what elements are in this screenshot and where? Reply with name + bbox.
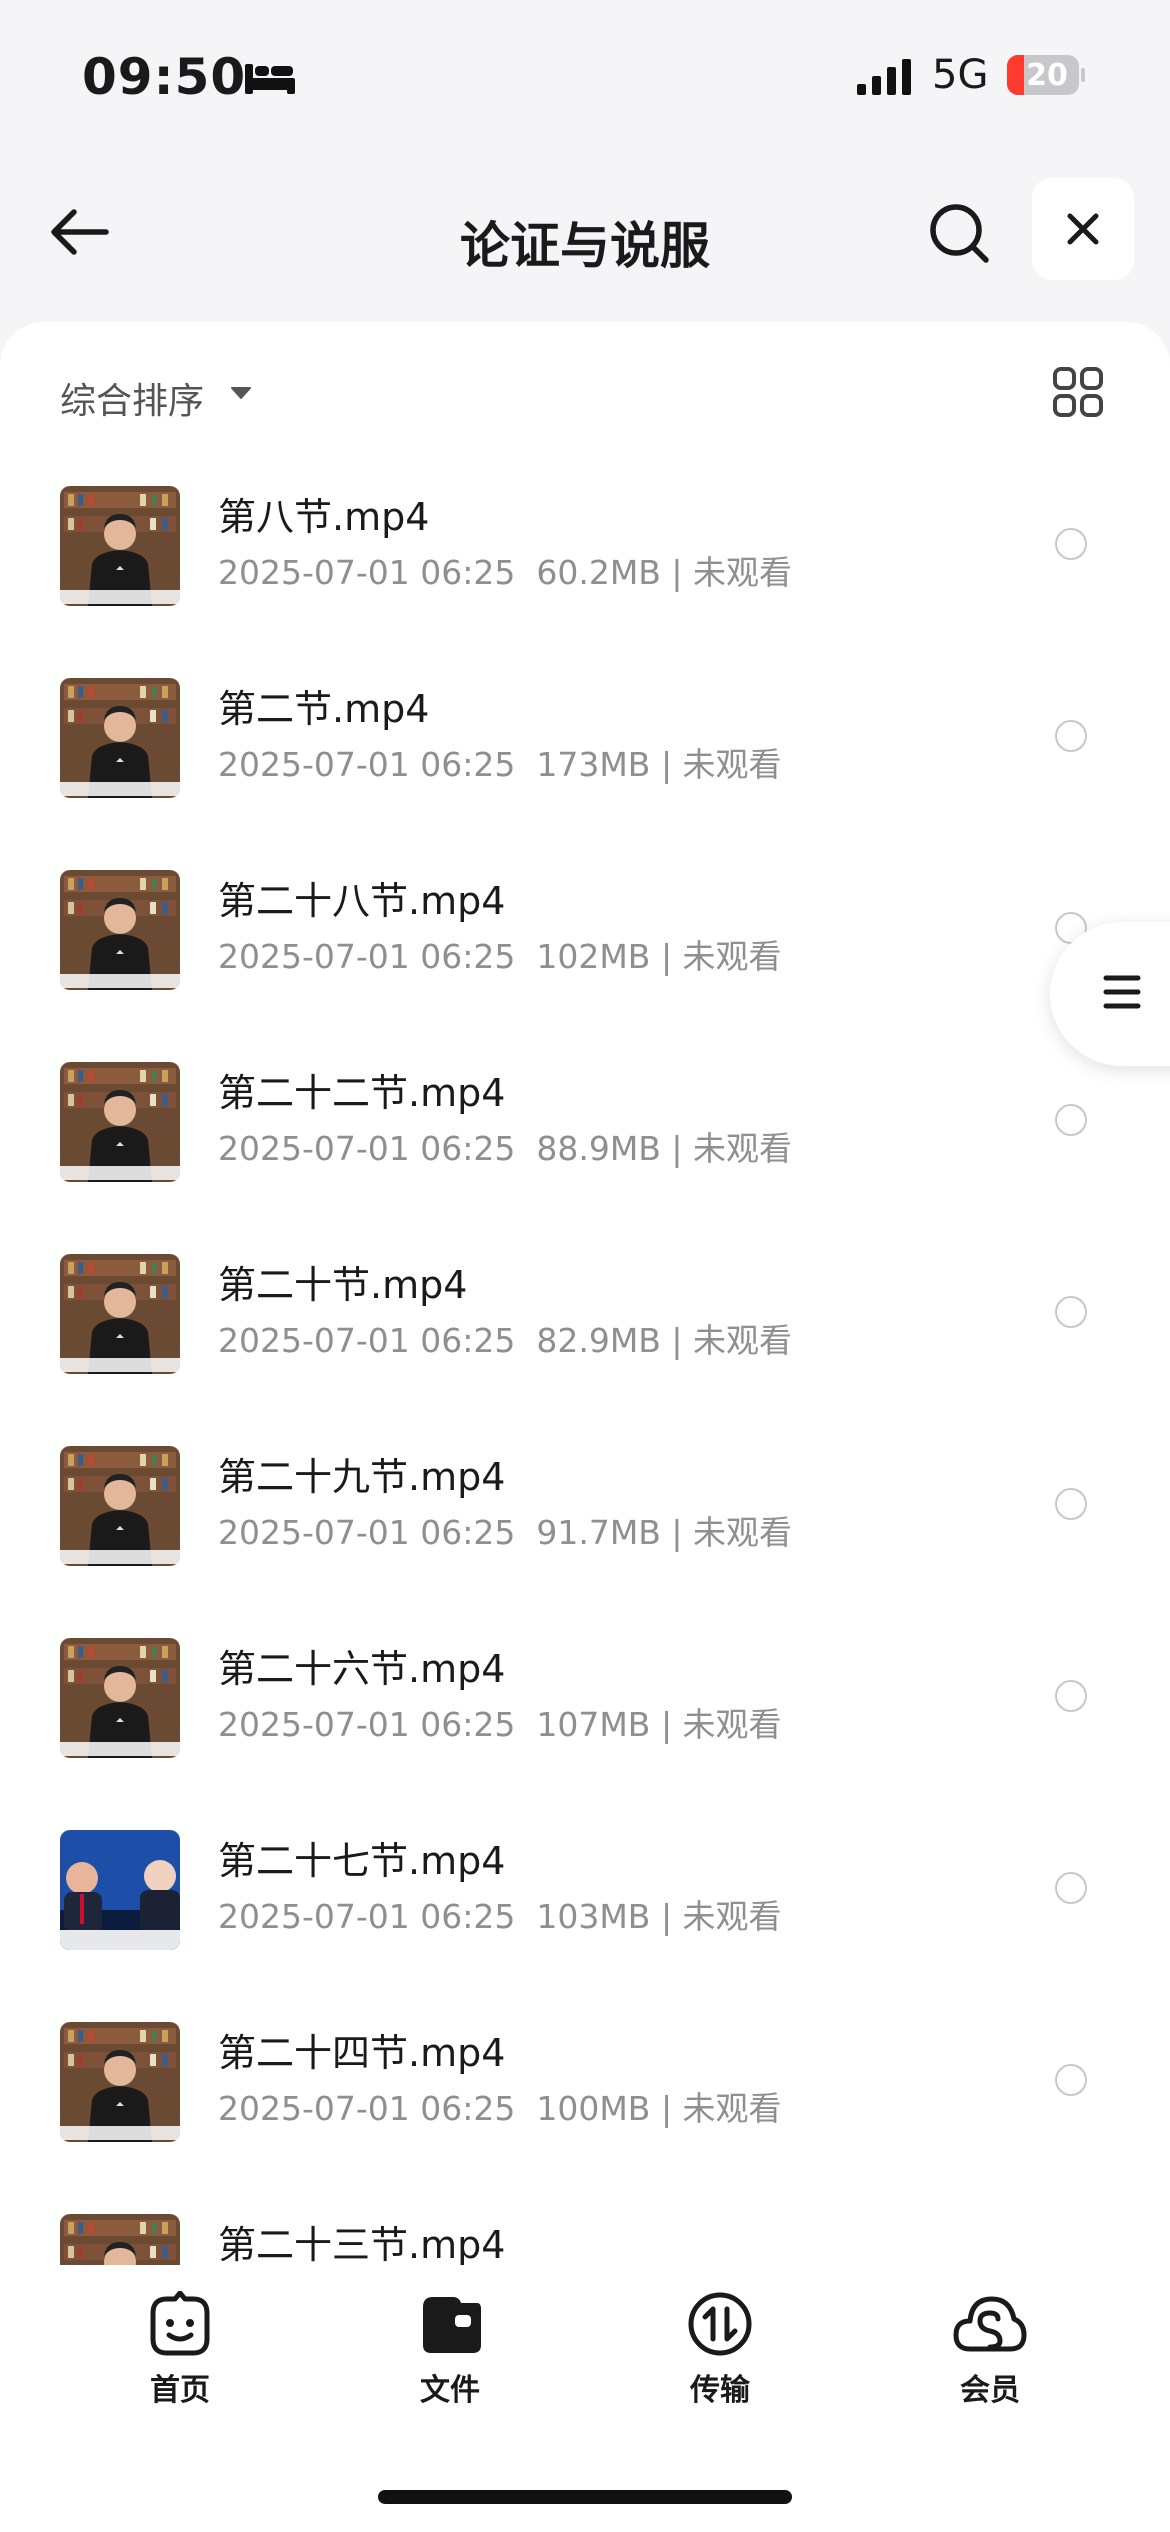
select-radio[interactable] <box>1055 1488 1087 1520</box>
file-meta: 2025-07-01 06:25 173MB | 未观看 <box>218 745 782 784</box>
video-thumbnail[interactable] <box>60 2022 180 2142</box>
file-row[interactable]: 第二十七节.mp4 2025-07-01 06:25 103MB | 未观看 <box>0 1816 1170 2008</box>
tab-member-label: 会员 <box>960 2373 1020 2408</box>
page-title: 论证与说服 <box>460 217 710 275</box>
video-thumbnail[interactable] <box>60 1446 180 1566</box>
tab-home[interactable]: 首页 <box>110 2291 250 2409</box>
file-meta: 2025-07-01 06:25 103MB | 未观看 <box>218 1897 782 1936</box>
file-name: 第二十七节.mp4 <box>218 1839 506 1883</box>
file-row[interactable]: 第二十八节.mp4 2025-07-01 06:25 102MB | 未观看 <box>0 856 1170 1048</box>
video-thumbnail[interactable] <box>60 1254 180 1374</box>
transfer-icon <box>688 2292 752 2356</box>
grid-view-icon[interactable] <box>1052 366 1104 418</box>
video-thumbnail[interactable] <box>60 678 180 798</box>
select-radio[interactable] <box>1055 1104 1087 1136</box>
file-name: 第八节.mp4 <box>218 495 430 539</box>
close-icon <box>1067 213 1099 245</box>
file-row[interactable]: 第二十二节.mp4 2025-07-01 06:25 88.9MB | 未观看 <box>0 1048 1170 1240</box>
file-name: 第二十九节.mp4 <box>218 1455 506 1499</box>
sort-dropdown[interactable]: 综合排序 <box>60 372 204 424</box>
home-face-icon <box>150 2291 210 2356</box>
search-icon[interactable] <box>928 202 990 264</box>
file-name: 第二十三节.mp4 <box>218 2223 506 2267</box>
file-name: 第二十八节.mp4 <box>218 879 506 923</box>
file-meta: 2025-07-01 06:25 100MB | 未观看 <box>218 2089 782 2128</box>
battery-level: 20 <box>1026 58 1068 93</box>
select-radio[interactable] <box>1055 2064 1087 2096</box>
file-meta: 2025-07-01 06:25 88.9MB | 未观看 <box>218 1129 793 1168</box>
video-thumbnail[interactable] <box>60 486 180 606</box>
status-bar: 09:50 5G 20 <box>0 0 1170 150</box>
video-thumbnail[interactable] <box>60 870 180 990</box>
file-row[interactable]: 第二十三节.mp4 <box>0 2200 1170 2272</box>
video-thumbnail[interactable] <box>60 2214 180 2272</box>
file-row[interactable]: 第八节.mp4 2025-07-01 06:25 60.2MB | 未观看 <box>0 472 1170 664</box>
file-row[interactable]: 第二十九节.mp4 2025-07-01 06:25 91.7MB | 未观看 <box>0 1432 1170 1624</box>
file-meta: 2025-07-01 06:25 82.9MB | 未观看 <box>218 1321 793 1360</box>
cellular-signal-icon <box>857 59 911 95</box>
file-meta: 2025-07-01 06:25 60.2MB | 未观看 <box>218 553 793 592</box>
navigation-bar: 论证与说服 <box>0 160 1170 300</box>
select-radio[interactable] <box>1055 1872 1087 1904</box>
file-name: 第二节.mp4 <box>218 687 430 731</box>
file-name: 第二十四节.mp4 <box>218 2031 506 2075</box>
tab-transfer[interactable]: 传输 <box>650 2291 790 2409</box>
member-cloud-icon <box>953 2296 1027 2352</box>
status-time: 09:50 <box>82 48 247 106</box>
sleep-focus-icon <box>245 64 295 94</box>
file-row[interactable]: 第二十四节.mp4 2025-07-01 06:25 100MB | 未观看 <box>0 2008 1170 2200</box>
select-radio[interactable] <box>1055 528 1087 560</box>
file-meta: 2025-07-01 06:25 102MB | 未观看 <box>218 937 782 976</box>
file-list-sheet: 综合排序 第八节.mp4 2025-07-01 06:25 60.2MB | 未观… <box>0 322 1170 2272</box>
file-name: 第二十二节.mp4 <box>218 1071 506 1115</box>
video-thumbnail[interactable] <box>60 1830 180 1950</box>
tab-files-label: 文件 <box>420 2373 480 2408</box>
menu-icon <box>1103 975 1141 1009</box>
tab-files[interactable]: 文件 <box>380 2291 520 2409</box>
video-thumbnail[interactable] <box>60 1638 180 1758</box>
file-meta: 2025-07-01 06:25 107MB | 未观看 <box>218 1705 782 1744</box>
file-name: 第二十节.mp4 <box>218 1263 468 1307</box>
file-row[interactable]: 第二十节.mp4 2025-07-01 06:25 82.9MB | 未观看 <box>0 1240 1170 1432</box>
video-thumbnail[interactable] <box>60 1062 180 1182</box>
select-radio[interactable] <box>1055 720 1087 752</box>
select-radio[interactable] <box>1055 1680 1087 1712</box>
file-name: 第二十六节.mp4 <box>218 1647 506 1691</box>
network-type: 5G <box>932 52 989 98</box>
folder-icon <box>423 2297 481 2353</box>
caret-down-icon[interactable] <box>230 386 252 400</box>
file-meta: 2025-07-01 06:25 91.7MB | 未观看 <box>218 1513 793 1552</box>
home-indicator <box>378 2490 792 2504</box>
close-button[interactable] <box>1032 178 1134 280</box>
file-row[interactable]: 第二节.mp4 2025-07-01 06:25 173MB | 未观看 <box>0 664 1170 856</box>
battery-icon: 20 <box>1006 54 1086 96</box>
tab-transfer-label: 传输 <box>690 2373 750 2408</box>
tab-home-label: 首页 <box>150 2373 210 2408</box>
tab-member[interactable]: 会员 <box>920 2291 1060 2409</box>
file-row[interactable]: 第二十六节.mp4 2025-07-01 06:25 107MB | 未观看 <box>0 1624 1170 1816</box>
select-radio[interactable] <box>1055 1296 1087 1328</box>
